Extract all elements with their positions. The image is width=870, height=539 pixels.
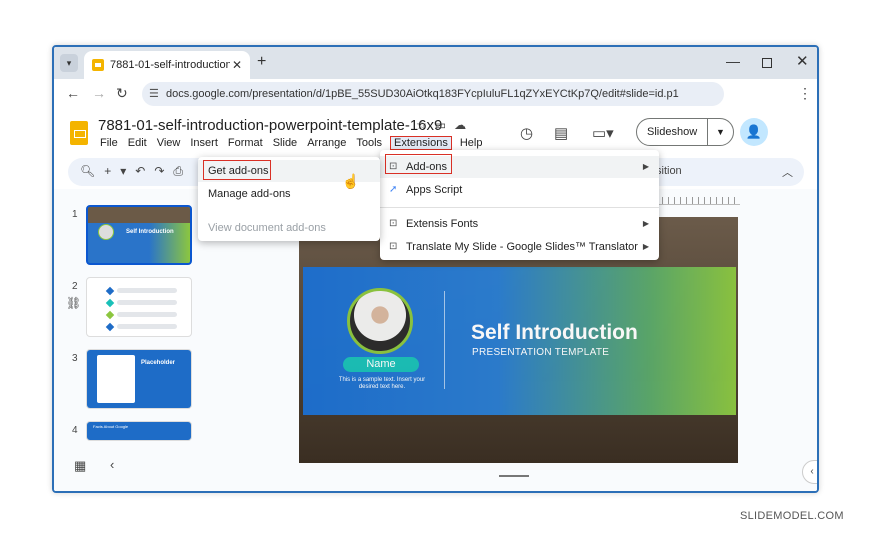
slide-number: 4 [72,425,78,436]
collapse-filmstrip-icon[interactable]: ‹ [110,457,114,472]
add-ons-icon: ⊡ [389,218,398,229]
menu-item-extensis-fonts[interactable]: ⊡ Extensis Fonts ▶ [380,213,659,235]
slide-thumbnail-2[interactable] [86,277,192,337]
side-panel-toggle-icon[interactable]: ‹ [802,460,817,484]
cloud-status-icon[interactable]: ☁ [454,118,474,132]
url-text: docs.google.com/presentation/d/1pBE_55SU… [166,88,679,100]
slides-logo-icon[interactable] [70,121,88,145]
tab-title: 7881-01-self-introduction-pow [110,59,230,71]
menu-view[interactable]: View [155,136,183,150]
comments-icon[interactable]: ▤ [554,124,568,142]
slide-thumbnail-3[interactable]: Placeholder [86,349,192,409]
slide-thumbnail-4[interactable]: Facts About Google [86,421,192,441]
slide-number: 1 [72,209,78,220]
tab-search-icon[interactable]: ▾ [60,54,78,72]
sample-text: This is a sample text. Insert your desir… [338,377,426,390]
meet-icon[interactable]: ▭▾ [592,124,614,142]
grid-view-icon[interactable]: ▦ [74,458,86,474]
redo-icon[interactable]: ↷ [154,164,173,178]
slide-number: 2 [72,281,78,292]
menu-format[interactable]: Format [226,136,265,150]
tab-strip: ▾ 7881-01-self-introduction-pow ✕ + — ✕ [54,47,817,79]
tab-close-icon[interactable]: ✕ [232,51,242,79]
apps-script-icon: ➚ [389,184,398,195]
minimize-icon[interactable]: — [726,53,740,69]
search-menus-icon[interactable]: 🔍︎ [80,164,104,178]
menu-edit[interactable]: Edit [126,136,149,150]
submenu-arrow-icon: ▶ [642,162,649,171]
add-person-icon: 👤 [745,124,763,139]
undo-icon[interactable]: ↶ [135,164,154,178]
site-info-icon[interactable]: ☰ [149,82,159,106]
reload-icon[interactable]: ↻ [116,85,128,102]
slides-favicon-icon [92,59,104,71]
thumb-title: Placeholder [141,360,176,366]
menu-help[interactable]: Help [458,136,485,150]
add-ons-icon: ⊡ [389,241,398,252]
thumb-title: Facts About Google [93,424,129,429]
star-icon[interactable]: ☆ [416,118,435,132]
horizontal-scrollbar[interactable] [499,475,529,477]
forward-icon[interactable]: → [92,85,106,101]
document-title[interactable]: 7881-01-self-introduction-powerpoint-tem… [98,117,442,134]
profile-photo [347,288,413,354]
back-icon[interactable]: ← [66,85,80,101]
menu-item-translate-my-slide[interactable]: ⊡ Translate My Slide - Google Slides™ Tr… [380,236,659,258]
toolbar-icons: 🔍︎+▾↶↷⎙ [80,164,192,179]
slide-thumbnail-1[interactable]: Self Introduction [86,205,192,265]
new-slide-icon[interactable]: +▾ [104,164,135,178]
collapse-toolbar-icon[interactable]: ︿ [782,164,793,180]
slide-subtitle: PRESENTATION TEMPLATE [472,347,610,358]
browser-window: ▾ 7881-01-self-introduction-pow ✕ + — ✕ … [52,45,819,493]
menu-slide[interactable]: Slide [271,136,299,150]
highlight-add-ons [385,154,452,174]
thumb-avatar [98,224,114,240]
link-icon[interactable]: ⛓ [66,296,81,310]
menu-item-view-document-add-ons: View document add-ons [208,222,326,234]
address-row: ← → ↻ ☰ docs.google.com/presentation/d/1… [54,79,817,109]
maximize-icon[interactable] [762,58,772,68]
slideshow-label: Slideshow [647,126,698,138]
browser-menu-icon[interactable]: ⋮ [798,85,812,102]
address-bar[interactable]: ☰ docs.google.com/presentation/d/1pBE_55… [142,82,724,106]
slideshow-button[interactable]: Slideshow ▼ [636,118,734,146]
submenu-arrow-icon: ▶ [642,219,649,228]
slideshow-dropdown-icon[interactable]: ▼ [707,119,733,145]
window-close-icon[interactable]: ✕ [796,52,809,70]
title-actions: ☆▭☁ [416,118,474,132]
thumb-title: Self Introduction [126,229,174,235]
menu-arrange[interactable]: Arrange [305,136,348,150]
highlight-get-add-ons [203,160,271,180]
watermark: SLIDEMODEL.COM [740,510,844,522]
print-icon[interactable]: ⎙ [173,164,192,178]
transition-button[interactable]: sition [656,165,682,177]
menu-insert[interactable]: Insert [188,136,220,150]
menu-file[interactable]: File [98,136,120,150]
filmstrip: 1 Self Introduction 2 3 Placeholder 4 Fa… [54,189,199,491]
slide-number: 3 [72,353,78,364]
new-tab-icon[interactable]: + [257,53,266,71]
menu-tools[interactable]: Tools [354,136,384,150]
move-folder-icon[interactable]: ▭ [435,118,454,132]
menu-item-apps-script[interactable]: ➚ Apps Script [380,179,659,201]
version-history-icon[interactable]: ◷ [520,124,533,142]
submenu-arrow-icon: ▶ [642,242,649,251]
menu-extensions[interactable]: Extensions [390,136,452,150]
browser-tab[interactable]: 7881-01-self-introduction-pow ✕ [84,51,250,79]
title-band: Name This is a sample text. Insert your … [303,267,736,415]
hand-cursor-icon: ☝ [342,173,360,189]
slide-title: Self Introduction [471,321,638,344]
name-label: Name [343,357,419,372]
share-button[interactable]: 👤 [740,118,768,146]
